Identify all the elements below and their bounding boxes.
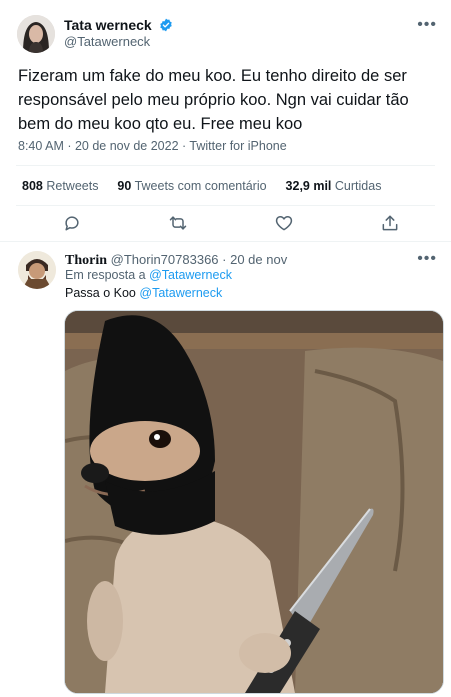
divider bbox=[16, 165, 435, 166]
reply-more-options-icon[interactable]: ••• bbox=[417, 250, 437, 268]
retweets-label: Retweets bbox=[46, 179, 99, 193]
author-handle[interactable]: @Tatawerneck bbox=[64, 34, 150, 49]
retweets-stat[interactable]: 808 Retweets bbox=[22, 179, 98, 193]
comment-icon[interactable] bbox=[62, 213, 84, 235]
retweet-icon[interactable] bbox=[168, 213, 190, 235]
reply-text-prefix: Passa o Koo bbox=[65, 286, 136, 300]
quotes-stat[interactable]: 90 Tweets com comentário bbox=[117, 179, 266, 193]
tweet-text: Fizeram um fake do meu koo. Eu tenho dir… bbox=[18, 67, 409, 133]
divider bbox=[0, 241, 451, 242]
author-name-row[interactable]: Tata werneck bbox=[64, 17, 173, 35]
divider bbox=[16, 205, 435, 206]
reply-author-name[interactable]: Thorin bbox=[65, 253, 107, 268]
author-avatar[interactable] bbox=[17, 15, 55, 53]
in-reply-handle-link[interactable]: @Tatawerneck bbox=[149, 268, 232, 282]
share-icon[interactable] bbox=[380, 213, 402, 235]
likes-stat[interactable]: 32,9 mil Curtidas bbox=[286, 179, 382, 193]
heart-icon[interactable] bbox=[274, 213, 296, 235]
likes-count: 32,9 mil bbox=[285, 179, 332, 193]
reply-text: Passa o Koo @Tatawerneck bbox=[65, 286, 222, 300]
in-reply-to: Em resposta a @Tatawerneck bbox=[65, 268, 232, 282]
quotes-label: Tweets com comentário bbox=[134, 179, 267, 193]
reply-date[interactable]: · 20 de nov bbox=[222, 252, 287, 267]
dog-with-knife-photo bbox=[65, 311, 443, 693]
author-name[interactable]: Tata werneck bbox=[64, 17, 152, 33]
tweet-stats: 808 Retweets 90 Tweets com comentário 32… bbox=[22, 179, 381, 193]
reply-avatar[interactable] bbox=[18, 251, 56, 289]
in-reply-prefix: Em resposta a bbox=[65, 268, 146, 282]
more-options-icon[interactable]: ••• bbox=[417, 16, 437, 34]
verified-badge-icon bbox=[159, 18, 173, 32]
tweet-meta[interactable]: 8:40 AM · 20 de nov de 2022 · Twitter fo… bbox=[18, 139, 287, 153]
quotes-count: 90 bbox=[117, 179, 132, 193]
reply-mention-link[interactable]: @Tatawerneck bbox=[139, 286, 222, 300]
retweets-count: 808 bbox=[22, 179, 43, 193]
likes-label: Curtidas bbox=[334, 179, 382, 193]
reply-header: Thorin @Thorin70783366 · 20 de nov bbox=[65, 252, 287, 269]
reply-media-image[interactable] bbox=[64, 310, 444, 694]
reply-author-handle[interactable]: @Thorin70783366 bbox=[111, 252, 219, 267]
reply-avatar-image bbox=[18, 251, 56, 289]
author-avatar-image bbox=[17, 15, 55, 53]
